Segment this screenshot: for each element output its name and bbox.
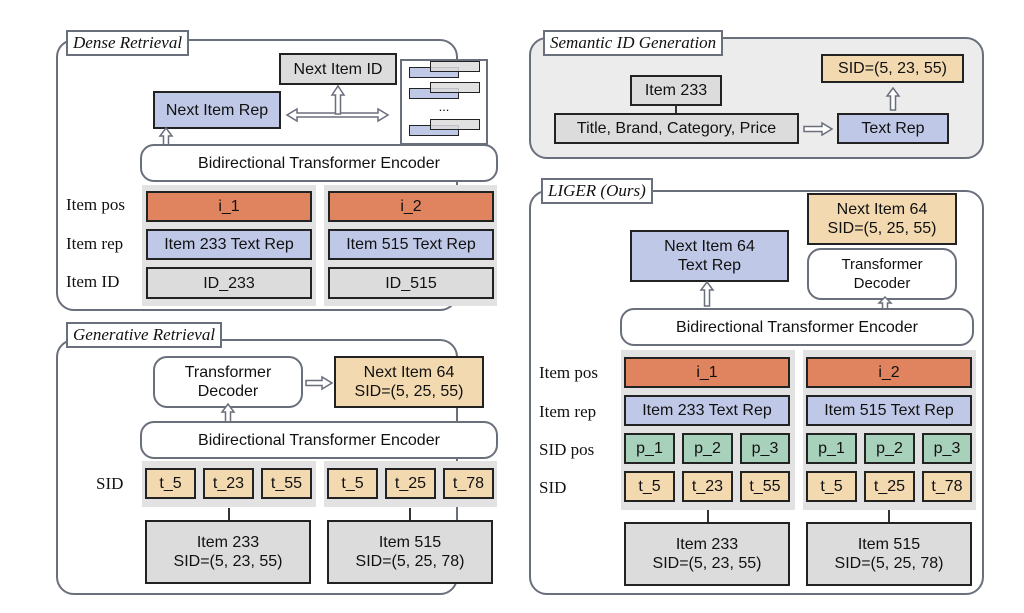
item-pos-box: i_1 — [624, 357, 790, 388]
row-label-sid-pos: SID pos — [539, 440, 595, 459]
item-sid-box: Item 515 SID=(5, 25, 78) — [806, 522, 972, 586]
right-arrow-icon — [305, 375, 334, 391]
row-label-item-rep: Item rep — [66, 234, 124, 253]
item-rep-box: Item 233 Text Rep — [624, 395, 790, 426]
next-item-sid-output: Next Item 64 SID=(5, 25, 55) — [334, 356, 484, 408]
connector-line — [707, 510, 709, 522]
item-id-box: ID_233 — [146, 267, 312, 299]
next-item-text-rep-output: Next Item 64 Text Rep — [630, 230, 789, 282]
sid-token-box: t_78 — [922, 471, 972, 502]
sid-token-box: t_25 — [385, 468, 436, 499]
semantic-id-generation-title: Semantic ID Generation — [543, 30, 724, 56]
text-rep-box: Text Rep — [837, 113, 949, 144]
up-arrow-icon — [220, 402, 236, 423]
up-arrow-icon — [885, 86, 901, 111]
item-pos-box: i_2 — [806, 357, 972, 388]
item-sid-box: Item 233 SID=(5, 23, 55) — [624, 522, 790, 586]
sid-pos-box: p_2 — [864, 433, 915, 464]
item-box: Item 233 — [630, 75, 722, 106]
row-label-item-pos: Item pos — [539, 363, 599, 382]
sid-pos-box: p_3 — [922, 433, 972, 464]
generative-retrieval-title: Generative Retrieval — [66, 322, 223, 348]
bidirectional-encoder: Bidirectional Transformer Encoder — [140, 144, 498, 182]
bidirectional-encoder: Bidirectional Transformer Encoder — [140, 421, 498, 459]
item-sid-box: Item 515 SID=(5, 25, 78) — [327, 520, 493, 584]
row-label-sid: SID — [539, 478, 567, 497]
connector-line — [888, 510, 890, 522]
item-sid-box: Item 233 SID=(5, 23, 55) — [145, 520, 311, 584]
item-rep-box: Item 515 Text Rep — [328, 229, 494, 260]
sid-pos-box: p_1 — [806, 433, 857, 464]
row-label-sid: SID — [96, 474, 124, 493]
sid-token-box: t_5 — [624, 471, 675, 502]
up-arrow-icon — [699, 280, 715, 307]
sid-token-box: t_55 — [261, 468, 312, 499]
sid-pos-box: p_1 — [624, 433, 675, 464]
next-item-sid-output: Next Item 64 SID=(5, 25, 55) — [807, 193, 957, 245]
sid-token-box: t_78 — [443, 468, 494, 499]
candidate-bar-grey — [430, 119, 480, 130]
candidate-embeddings-list: ... — [400, 59, 488, 145]
sid-output-box: SID=(5, 23, 55) — [821, 54, 964, 83]
item-rep-box: Item 233 Text Rep — [146, 229, 312, 260]
next-item-id-box: Next Item ID — [279, 53, 397, 85]
row-label-item-rep: Item rep — [539, 402, 597, 421]
liger-title: LIGER (Ours) — [541, 178, 653, 204]
ellipsis: ... — [438, 99, 450, 114]
right-arrow-icon — [803, 121, 834, 137]
row-label-item-id: Item ID — [66, 272, 120, 291]
candidate-bar-grey — [430, 82, 480, 93]
bidirectional-encoder: Bidirectional Transformer Encoder — [620, 308, 974, 346]
sid-pos-box: p_2 — [682, 433, 733, 464]
sid-token-box: t_5 — [806, 471, 857, 502]
sid-pos-box: p_3 — [740, 433, 790, 464]
transformer-decoder: Transformer Decoder — [153, 356, 303, 408]
sid-token-box: t_25 — [864, 471, 915, 502]
item-id-box: ID_515 — [328, 267, 494, 299]
item-rep-box: Item 515 Text Rep — [806, 395, 972, 426]
connector-line — [228, 508, 230, 520]
dense-retrieval-title: Dense Retrieval — [66, 30, 190, 56]
sid-token-box: t_23 — [682, 471, 733, 502]
sid-token-box: t_5 — [145, 468, 196, 499]
candidate-bar-grey — [430, 61, 480, 72]
item-pos-box: i_1 — [146, 191, 312, 222]
item-pos-box: i_2 — [328, 191, 494, 222]
sid-token-box: t_5 — [327, 468, 378, 499]
connector-line — [409, 508, 411, 520]
next-item-rep-box: Next Item Rep — [153, 91, 281, 129]
row-label-item-pos: Item pos — [66, 195, 126, 214]
sid-token-box: t_55 — [740, 471, 790, 502]
transformer-decoder: Transformer Decoder — [807, 248, 957, 300]
sid-token-box: t_23 — [203, 468, 254, 499]
up-arrow-icon — [330, 84, 346, 115]
item-attributes-box: Title, Brand, Category, Price — [554, 113, 799, 144]
